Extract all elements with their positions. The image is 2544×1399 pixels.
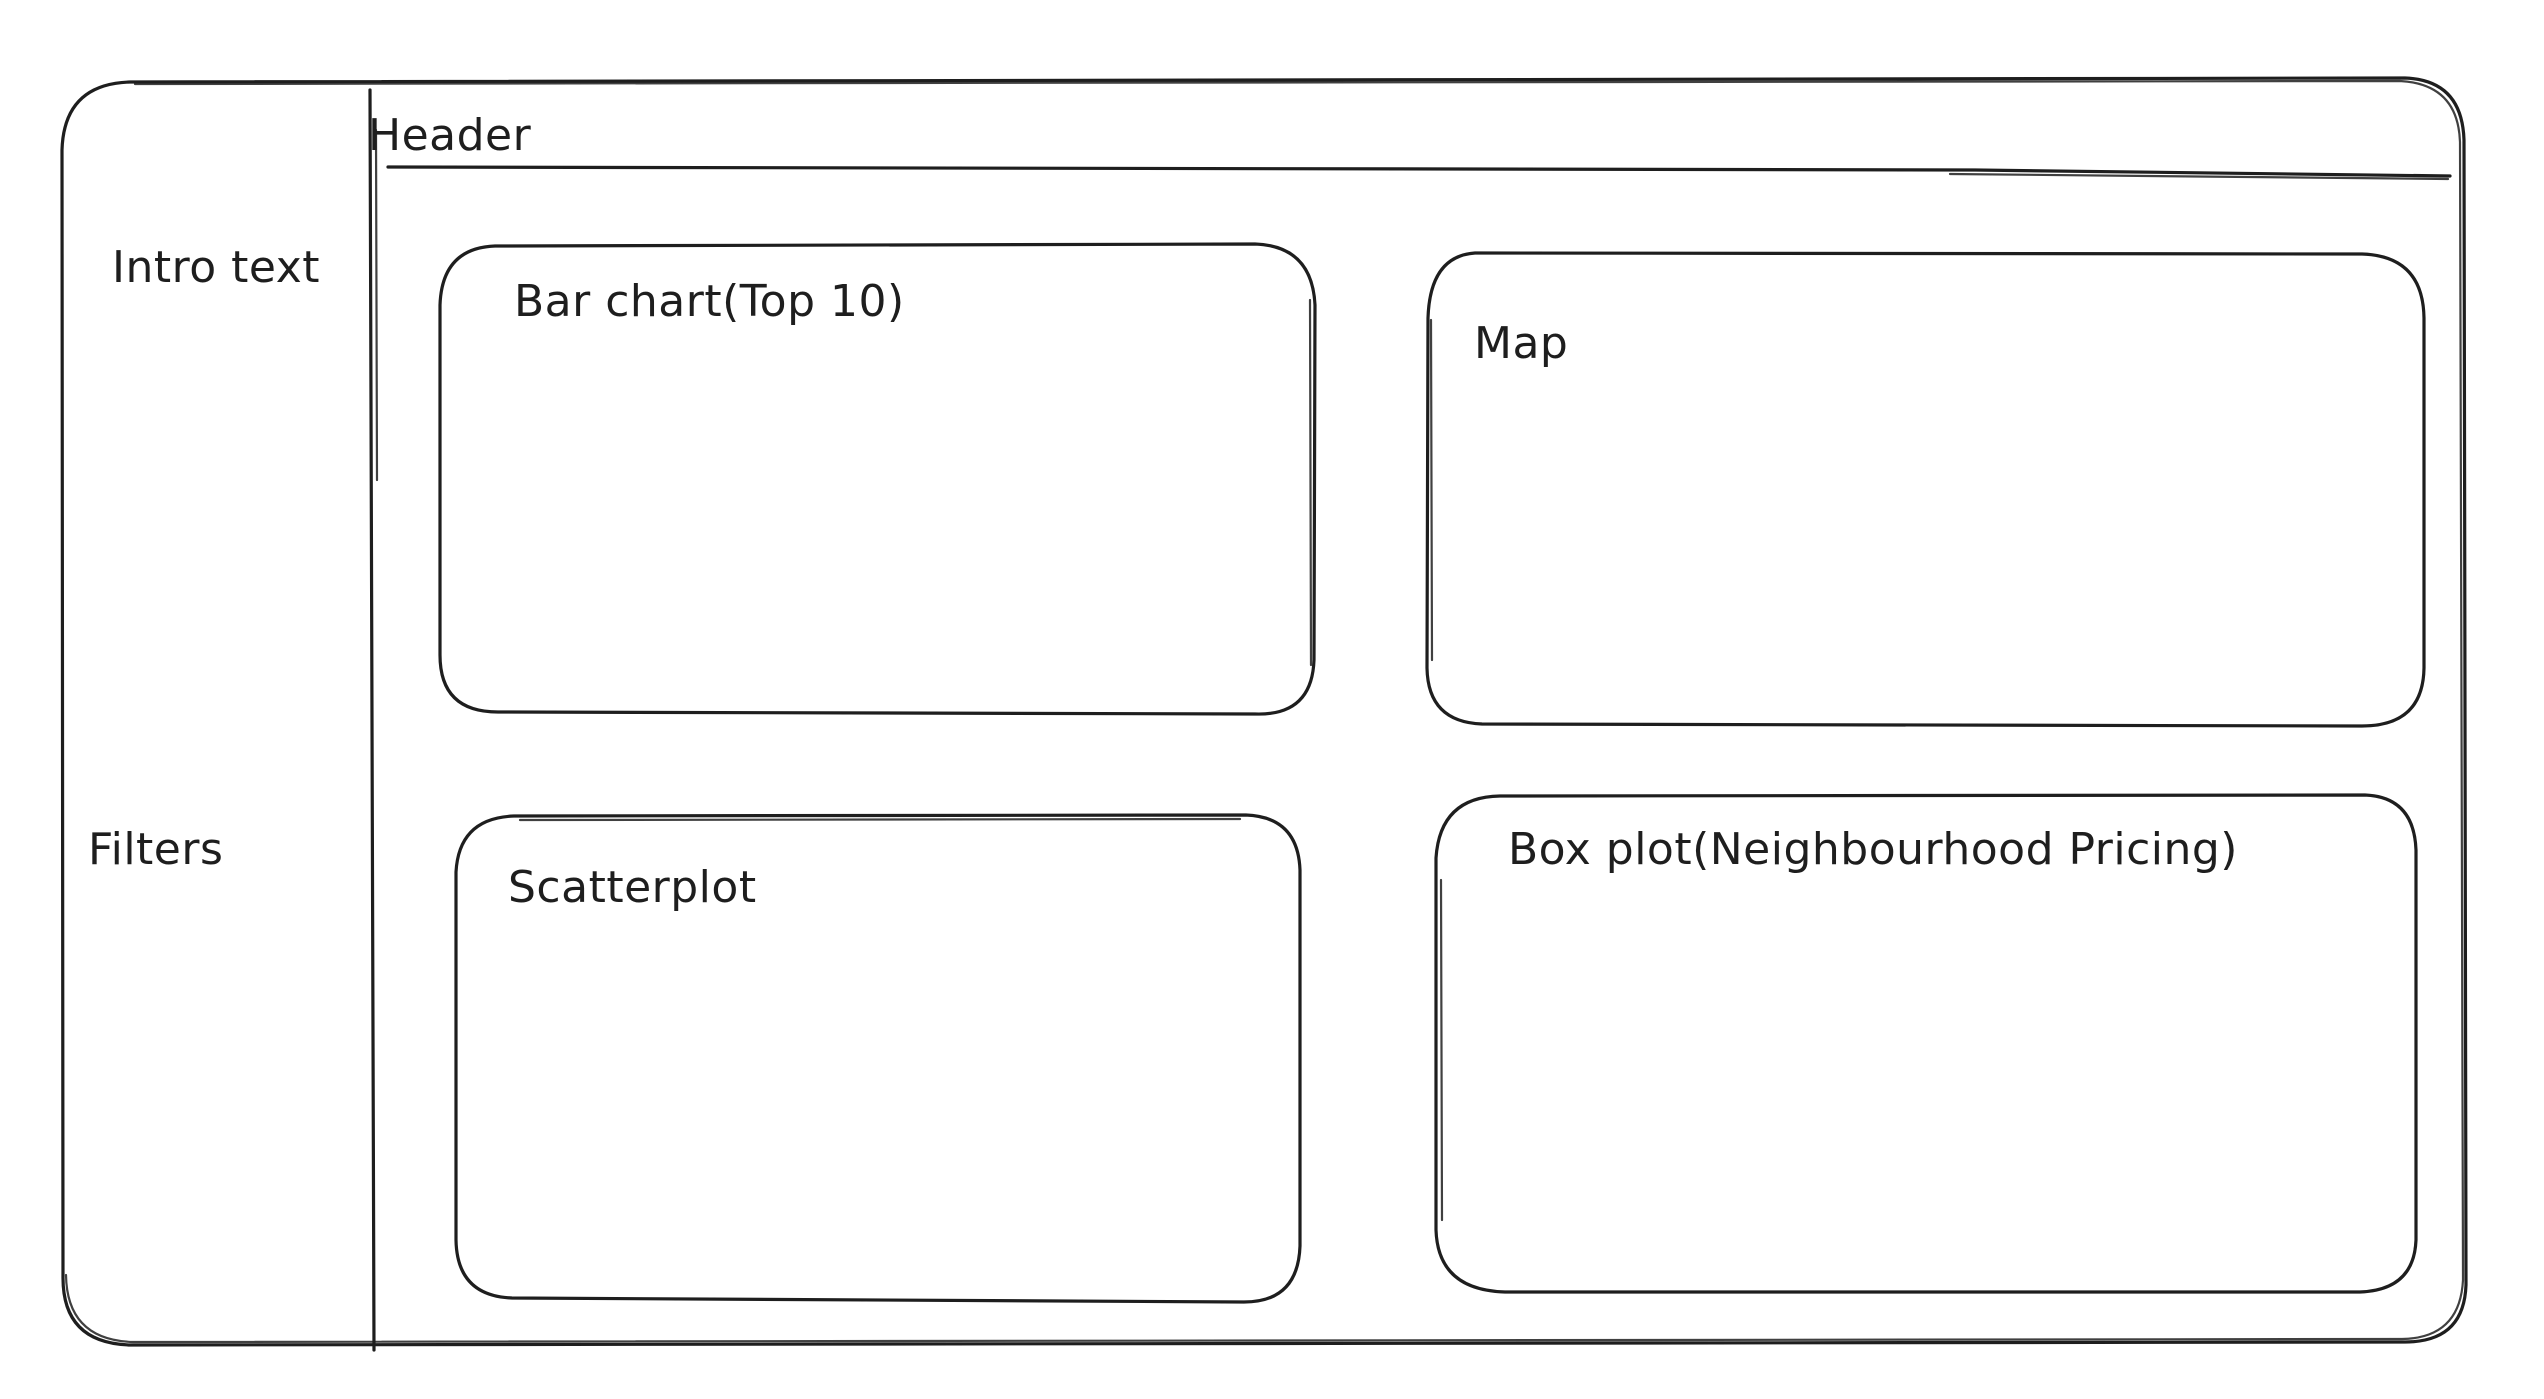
- map-title: Map: [1474, 318, 1569, 369]
- bar-chart-title: Bar chart(Top 10): [514, 276, 905, 327]
- header-title: Header: [368, 110, 532, 161]
- box-plot-title: Box plot(Neighbourhood Pricing): [1508, 824, 2238, 875]
- intro-text-label: Intro text: [112, 242, 320, 293]
- filters-label: Filters: [88, 824, 224, 875]
- header-underline: [386, 165, 2452, 181]
- scatterplot-title: Scatterplot: [508, 862, 757, 913]
- map-panel: [1425, 251, 2426, 728]
- wireframe-sketch: [60, 76, 2468, 1352]
- dashboard-frame: [60, 76, 2468, 1347]
- sidebar-divider: [368, 88, 379, 1352]
